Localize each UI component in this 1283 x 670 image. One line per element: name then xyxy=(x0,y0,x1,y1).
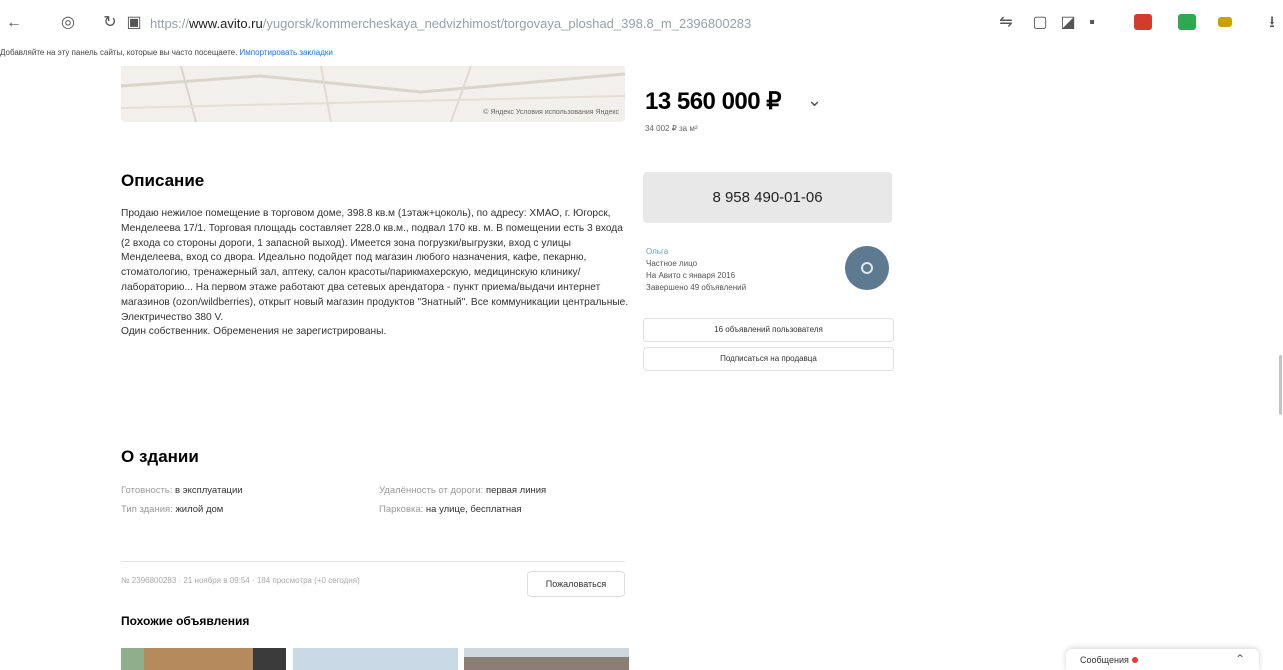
similar-thumb[interactable] xyxy=(293,648,458,670)
seller-name[interactable]: Ольга xyxy=(646,246,746,258)
chevron-up-icon[interactable]: ⌃ xyxy=(1235,652,1245,666)
complain-button[interactable]: Пожаловаться xyxy=(527,571,625,597)
description-footer: Один собственник. Обременения не зарегис… xyxy=(121,326,387,338)
battery-icon[interactable] xyxy=(1218,17,1232,27)
profile-icon[interactable]: ◎ xyxy=(58,13,78,33)
messages-widget[interactable]: Сообщения ⌃ xyxy=(1066,649,1259,670)
avatar-icon xyxy=(861,262,873,274)
browser-toolbar: ← ◎ ↻ ▣ https://www.avito.ru/yugorsk/kom… xyxy=(0,0,1283,46)
price-per-m2: 34 002 ₽ за м² xyxy=(645,124,698,133)
messages-label: Сообщения xyxy=(1080,655,1129,665)
back-icon[interactable]: ← xyxy=(4,13,24,33)
reader-icon[interactable]: ▢ xyxy=(1030,13,1050,33)
building-heading: О здании xyxy=(121,447,199,466)
seller-since: На Авито с января 2016 xyxy=(646,271,736,280)
map[interactable]: © Яндекс Условия использования Яндекс xyxy=(121,66,625,122)
extension-icon[interactable]: ◪ xyxy=(1058,13,1078,33)
url-path: /yugorsk/kommercheskaya_nedvizhimost/tor… xyxy=(262,16,752,31)
avatar[interactable] xyxy=(845,246,889,290)
unread-dot-icon xyxy=(1131,657,1138,663)
download-icon[interactable]: ⭳ xyxy=(1262,13,1282,33)
prop-label: Тип здания xyxy=(121,504,171,515)
ext-green-icon[interactable] xyxy=(1178,14,1196,30)
subscribe-button[interactable]: Подписаться на продавца xyxy=(643,347,894,371)
seller-type: Частное лицо xyxy=(646,259,698,268)
lock-icon[interactable]: ▣ xyxy=(124,13,144,33)
ext-red-icon[interactable] xyxy=(1134,14,1152,30)
similar-heading: Похожие объявления xyxy=(121,614,250,628)
prop-value: жилой дом xyxy=(175,504,224,515)
map-attribution: © Яндекс Условия использования Яндекс xyxy=(483,109,619,116)
listing-meta: № 2396800283 · 21 ноября в 09:54 · 184 п… xyxy=(121,576,360,585)
seller-ads-button[interactable]: 16 объявлений пользователя xyxy=(643,318,894,342)
similar-thumb[interactable] xyxy=(464,648,629,670)
seller-info: Ольга Частное лицо На Авито с января 201… xyxy=(646,246,746,294)
seller-completed: Завершено 49 объявлений xyxy=(646,283,747,292)
import-bookmarks-link[interactable]: Импортировать закладки xyxy=(240,48,333,57)
chevron-down-icon[interactable]: ⌄ xyxy=(807,90,822,111)
bookmarks-hint: Добавляйте на эту панель сайты, которые … xyxy=(0,48,238,57)
prop-value: на улице, бесплатная xyxy=(425,504,522,515)
building-prop-type: Тип здания: жилой дом xyxy=(121,504,224,515)
building-prop-readiness: Готовность: в эксплуатации xyxy=(121,485,243,496)
url-prefix: https:// xyxy=(150,16,190,31)
translate-icon[interactable]: ⇋ xyxy=(996,13,1016,33)
price: 13 560 000 ₽ xyxy=(645,88,782,115)
show-phone-button[interactable]: 8 958 490-01-06 xyxy=(643,172,892,223)
address-bar[interactable]: https://www.avito.ru/yugorsk/kommerchesk… xyxy=(150,16,751,31)
building-prop-road: Удалённость от дороги: первая линия xyxy=(379,485,547,496)
prop-value: в эксплуатации xyxy=(175,485,243,496)
prop-label: Готовность xyxy=(121,485,170,496)
building-prop-parking: Парковка: на улице, бесплатная xyxy=(379,504,522,515)
description-heading: Описание xyxy=(121,171,205,190)
prop-label: Парковка xyxy=(379,504,421,515)
description-text: Продаю нежилое помещение в торговом доме… xyxy=(121,207,631,340)
prop-label: Удалённость от дороги xyxy=(379,485,481,496)
bookmarks-bar: Добавляйте на эту панель сайты, которые … xyxy=(0,48,1283,64)
similar-thumb[interactable] xyxy=(121,648,286,670)
bookmark-icon[interactable]: ▪ xyxy=(1082,13,1102,33)
description-body: Продаю нежилое помещение в торговом доме… xyxy=(121,208,629,323)
scrollbar[interactable] xyxy=(1279,355,1282,415)
url-host: www.avito.ru xyxy=(189,16,263,31)
divider xyxy=(121,561,625,562)
prop-value: первая линия xyxy=(485,485,547,496)
reload-icon[interactable]: ↻ xyxy=(100,13,120,33)
